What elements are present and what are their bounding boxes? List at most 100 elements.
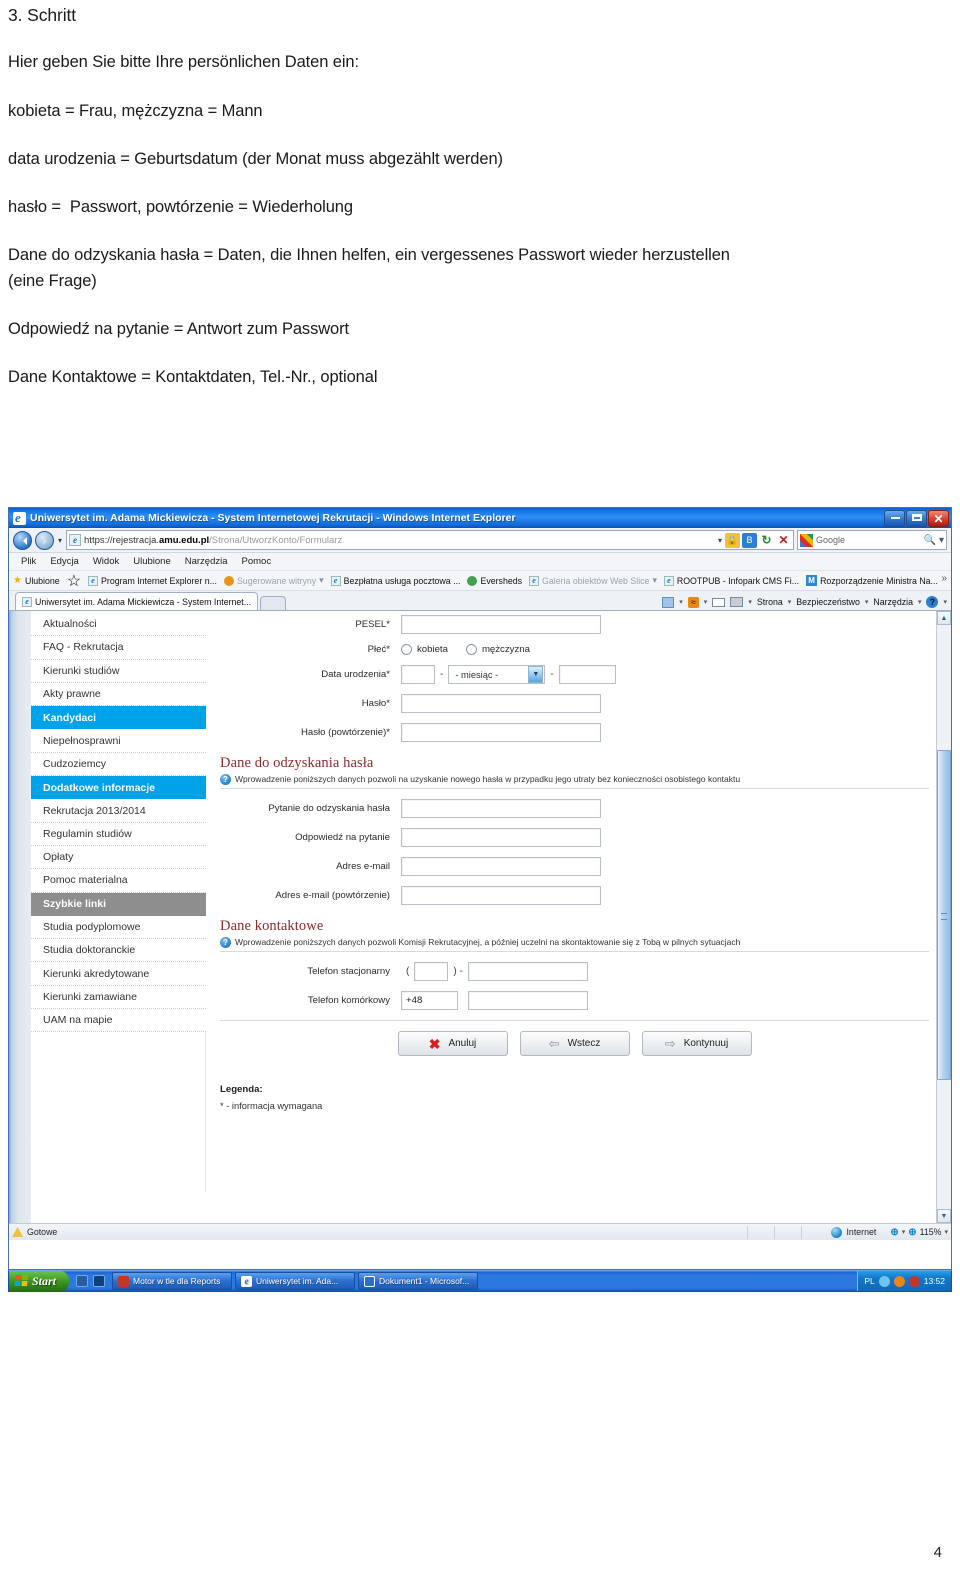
menu-item-edycja[interactable]: Edycja xyxy=(50,556,79,567)
compatibility-icon[interactable]: B xyxy=(742,532,757,548)
back-button[interactable] xyxy=(13,530,32,550)
sidebar-item-cudzoziemcy[interactable]: Cudzoziemcy xyxy=(31,753,206,777)
search-box[interactable]: Google 🔍 ▾ xyxy=(797,530,947,550)
stop-icon[interactable]: ✕ xyxy=(776,533,791,548)
menu-item-plik[interactable]: Plik xyxy=(21,556,36,567)
scroll-up-button[interactable]: ▲ xyxy=(937,611,951,625)
birth-year-input[interactable] xyxy=(558,665,616,684)
forward-button[interactable] xyxy=(35,530,54,550)
taskbar-item[interactable]: Motor w tle dla Reports xyxy=(112,1272,233,1290)
favorites-button[interactable]: ★ Ulubione xyxy=(13,575,60,586)
security-menu[interactable]: Bezpieczeństwo xyxy=(796,597,860,607)
search-submit-icon[interactable]: 🔍 ▾ xyxy=(924,535,944,546)
chevron-down-icon[interactable]: ▾ xyxy=(865,598,869,606)
sidebar-item-uam-na-mapie[interactable]: UAM na mapie xyxy=(31,1009,206,1033)
favorite-link[interactable]: e Program Internet Explorer n... xyxy=(88,575,217,586)
chevron-down-icon[interactable]: ▾ xyxy=(788,598,792,606)
sidebar-item-rekrutacja[interactable]: Rekrutacja 2013/2014 xyxy=(31,799,206,823)
favorite-link[interactable]: e ROOTPUB - Infopark CMS Fi... xyxy=(663,575,799,586)
birth-day-input[interactable] xyxy=(401,665,435,684)
menu-item-pomoc[interactable]: Pomoc xyxy=(242,556,272,567)
favorite-link[interactable]: Eversheds xyxy=(467,575,522,586)
mobile-prefix-input[interactable]: +48 xyxy=(401,991,458,1010)
birth-month-select[interactable]: - miesiąc - ▼ xyxy=(448,665,546,684)
minimize-button[interactable] xyxy=(884,509,905,527)
sidebar-item-studia-doktoranckie[interactable]: Studia doktoranckie xyxy=(31,939,206,963)
scroll-down-button[interactable]: ▼ xyxy=(937,1209,951,1223)
recovery-answer-input[interactable] xyxy=(401,828,601,847)
cancel-button[interactable]: ✖ Anuluj xyxy=(397,1031,508,1056)
new-tab-button[interactable] xyxy=(260,596,287,610)
sidebar-item-faq[interactable]: FAQ - Rekrutacja xyxy=(31,636,206,660)
refresh-icon[interactable]: ↻ xyxy=(759,533,774,548)
sidebar-item-aktualnosci[interactable]: Aktualności xyxy=(31,613,206,637)
url-dropdown-icon[interactable]: ▾ xyxy=(718,536,722,545)
favorite-link[interactable]: Sugerowane witryny ▾ xyxy=(223,575,324,586)
tray-icon[interactable] xyxy=(908,1275,920,1287)
password-input[interactable] xyxy=(401,694,601,713)
chevron-down-icon[interactable]: ▾ xyxy=(918,598,922,606)
chevron-down-icon[interactable]: ▾ xyxy=(943,598,947,606)
sidebar-item-studia-podyplomowe[interactable]: Studia podyplomowe xyxy=(31,916,206,940)
chevron-down-icon[interactable]: ▾ xyxy=(704,598,708,606)
start-button[interactable]: Start xyxy=(9,1270,70,1292)
print-icon[interactable] xyxy=(730,597,744,607)
volume-icon[interactable] xyxy=(878,1275,890,1287)
radio-kobieta[interactable] xyxy=(401,644,412,655)
sidebar-item-szybkie-linki[interactable]: Szybkie linki xyxy=(31,892,206,916)
chevron-down-icon[interactable]: ▾ xyxy=(652,575,656,586)
url-input[interactable]: e https://rejestracja.amu.edu.pl/Strona/… xyxy=(66,530,794,550)
sidebar-item-oplaty[interactable]: Opłaty xyxy=(31,846,206,870)
sidebar-item-akty-prawne[interactable]: Akty prawne xyxy=(31,683,206,707)
mail-icon[interactable] xyxy=(712,597,726,607)
scrollbar-track[interactable] xyxy=(937,625,951,1209)
sidebar-item-kandydaci[interactable]: Kandydaci xyxy=(31,706,206,730)
favorite-link[interactable]: M Rozporządzenie Ministra Na... xyxy=(806,575,938,586)
chevron-down-icon[interactable]: ▾ xyxy=(902,1228,906,1236)
tools-menu[interactable]: Narzędzia xyxy=(873,597,913,607)
sidebar-item-kierunki-studiow[interactable]: Kierunki studiów xyxy=(31,660,206,683)
feeds-icon[interactable]: ≈ xyxy=(687,596,699,608)
zoom-control[interactable]: ⊕ ▾ ⊕ 115% ▾ xyxy=(890,1227,948,1238)
recovery-question-input[interactable] xyxy=(401,799,601,818)
sidebar-item-kierunki-zamawiane[interactable]: Kierunki zamawiane xyxy=(31,986,206,1010)
language-indicator[interactable]: PL xyxy=(864,1276,874,1286)
menu-item-ulubione[interactable]: Ulubione xyxy=(133,556,171,567)
email-repeat-input[interactable] xyxy=(401,886,601,905)
back-button[interactable]: ⇦ Wstecz xyxy=(519,1031,630,1056)
quick-launch-icon[interactable] xyxy=(76,1275,89,1287)
sidebar-item-kierunki-akredytowane[interactable]: Kierunki akredytowane xyxy=(31,962,206,986)
add-favorite-icon[interactable]: ☆ xyxy=(67,571,81,591)
sidebar-item-dodatkowe-informacje[interactable]: Dodatkowe informacje xyxy=(31,776,206,800)
chevron-down-icon[interactable]: ▾ xyxy=(748,598,752,606)
password-repeat-input[interactable] xyxy=(401,723,601,742)
tray-icon[interactable] xyxy=(893,1275,905,1287)
email-input[interactable] xyxy=(401,857,601,876)
sidebar-item-regulamin-studiow[interactable]: Regulamin studiów xyxy=(31,823,206,846)
chevron-down-icon[interactable]: ▾ xyxy=(319,575,323,586)
sidebar-item-pomoc-materialna[interactable]: Pomoc materialna xyxy=(31,869,206,893)
menu-item-narzedzia[interactable]: Narzędzia xyxy=(185,556,228,567)
chevron-down-icon[interactable]: ▼ xyxy=(528,666,544,683)
scrollbar-thumb[interactable] xyxy=(937,750,951,1080)
menu-item-widok[interactable]: Widok xyxy=(93,556,119,567)
mobile-number-input[interactable] xyxy=(468,991,588,1010)
maximize-button[interactable] xyxy=(906,509,927,527)
sidebar-item-niepelnosprawni[interactable]: Niepełnosprawni xyxy=(31,729,206,753)
chevron-down-icon[interactable]: ▾ xyxy=(679,598,683,606)
page-menu[interactable]: Strona xyxy=(757,597,783,607)
pesel-input[interactable] xyxy=(401,615,601,634)
favorites-overflow-icon[interactable]: » xyxy=(941,573,947,584)
browser-tab[interactable]: e Uniwersytet im. Adama Mickiewicza - Sy… xyxy=(15,592,259,610)
home-icon[interactable] xyxy=(662,596,675,608)
landline-area-input[interactable] xyxy=(414,962,449,981)
radio-mezczyzna[interactable] xyxy=(465,644,477,655)
continue-button[interactable]: ⇨ Kontynuuj xyxy=(641,1031,752,1056)
landline-number-input[interactable] xyxy=(467,962,588,981)
quick-launch-icon[interactable] xyxy=(93,1275,106,1287)
taskbar-item[interactable]: e Uniwersytet im. Ada... xyxy=(235,1272,356,1290)
close-button[interactable]: ✕ xyxy=(928,509,949,527)
taskbar-item[interactable]: Dokument1 - Microsof... xyxy=(358,1272,479,1290)
help-icon[interactable]: ? xyxy=(926,596,939,608)
favorite-link[interactable]: e Galeria obiektów Web Slice ▾ xyxy=(529,575,657,586)
